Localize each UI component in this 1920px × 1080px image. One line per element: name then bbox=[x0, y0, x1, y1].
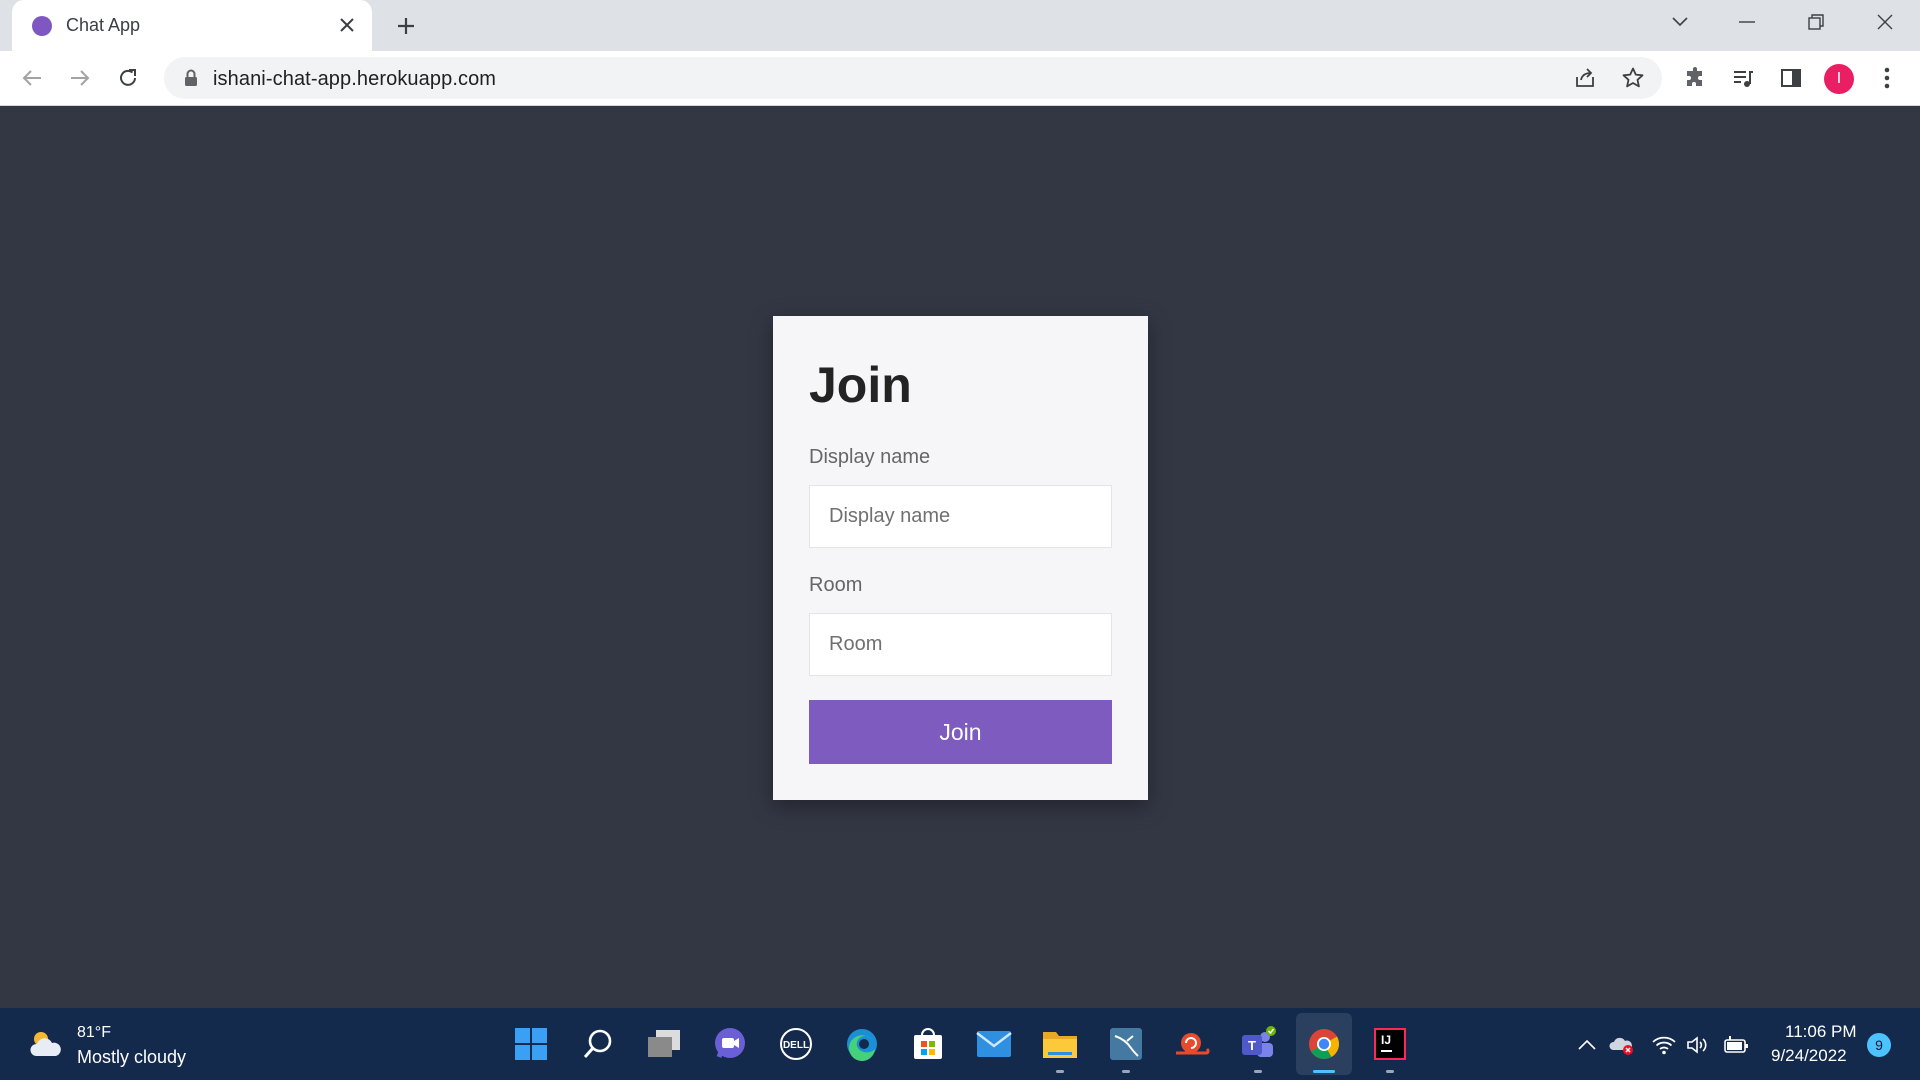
task-view-icon[interactable] bbox=[644, 1024, 684, 1064]
svg-text:T: T bbox=[1248, 1038, 1256, 1053]
notification-badge[interactable]: 9 bbox=[1867, 1033, 1891, 1057]
side-panel-icon[interactable] bbox=[1777, 64, 1805, 92]
clock-time[interactable]: 11:06 PM bbox=[1785, 1022, 1857, 1042]
svg-text:DELL: DELL bbox=[783, 1040, 809, 1051]
weather-icon[interactable] bbox=[28, 1028, 64, 1067]
mysql-icon[interactable] bbox=[1106, 1024, 1146, 1064]
volume-icon[interactable] bbox=[1685, 1032, 1711, 1058]
search-icon[interactable] bbox=[578, 1024, 618, 1064]
room-input[interactable] bbox=[809, 613, 1112, 676]
file-explorer-icon[interactable] bbox=[1040, 1024, 1080, 1064]
chrome-icon[interactable] bbox=[1304, 1024, 1344, 1064]
favicon-icon bbox=[32, 16, 52, 36]
back-icon[interactable] bbox=[14, 60, 50, 96]
dell-icon[interactable]: DELL bbox=[776, 1024, 816, 1064]
room-label: Room bbox=[809, 574, 863, 596]
close-icon[interactable] bbox=[334, 12, 360, 38]
browser-tab[interactable]: Chat App bbox=[12, 0, 372, 51]
onedrive-icon[interactable] bbox=[1609, 1032, 1635, 1058]
forward-icon[interactable] bbox=[62, 60, 98, 96]
browser-toolbar: ishani-chat-app.herokuapp.com I bbox=[0, 51, 1920, 106]
svg-text:IJ: IJ bbox=[1381, 1033, 1391, 1047]
lock-icon[interactable] bbox=[184, 69, 198, 92]
battery-icon[interactable] bbox=[1724, 1032, 1750, 1058]
start-icon[interactable] bbox=[511, 1024, 551, 1064]
join-button[interactable]: Join bbox=[809, 700, 1112, 764]
tab-strip: Chat App bbox=[0, 0, 1920, 51]
running-indicator bbox=[1122, 1070, 1130, 1073]
teams-icon[interactable]: T bbox=[1238, 1024, 1278, 1064]
clock-date[interactable]: 9/24/2022 bbox=[1771, 1046, 1847, 1066]
chevron-up-icon[interactable] bbox=[1574, 1032, 1600, 1058]
minimize-icon[interactable] bbox=[1717, 0, 1777, 44]
store-icon[interactable] bbox=[908, 1024, 948, 1064]
share-icon[interactable] bbox=[1571, 64, 1599, 92]
media-icon[interactable] bbox=[1729, 64, 1757, 92]
menu-icon[interactable] bbox=[1873, 64, 1901, 92]
active-indicator bbox=[1313, 1070, 1335, 1073]
running-indicator bbox=[1386, 1070, 1394, 1073]
display-name-input[interactable] bbox=[809, 485, 1112, 548]
intellij-icon[interactable]: IJ bbox=[1370, 1024, 1410, 1064]
tab-title: Chat App bbox=[66, 15, 141, 35]
chat-icon[interactable] bbox=[710, 1024, 750, 1064]
star-icon[interactable] bbox=[1619, 64, 1647, 92]
display-name-label: Display name bbox=[809, 446, 931, 468]
restore-icon[interactable] bbox=[1786, 0, 1846, 44]
new-tab-icon[interactable] bbox=[390, 10, 422, 42]
edge-icon[interactable] bbox=[842, 1024, 882, 1064]
snail-app-icon[interactable] bbox=[1172, 1024, 1212, 1064]
tab-search-icon[interactable] bbox=[1650, 0, 1710, 44]
reload-icon[interactable] bbox=[110, 60, 146, 96]
extensions-icon[interactable] bbox=[1681, 64, 1709, 92]
url-text[interactable]: ishani-chat-app.herokuapp.com bbox=[213, 68, 496, 91]
window-close-icon[interactable] bbox=[1855, 0, 1915, 44]
running-indicator bbox=[1056, 1070, 1064, 1073]
running-indicator bbox=[1254, 1070, 1262, 1073]
weather-description[interactable]: Mostly cloudy bbox=[77, 1047, 186, 1068]
wifi-icon[interactable] bbox=[1651, 1032, 1677, 1058]
weather-temperature[interactable]: 81°F bbox=[77, 1024, 111, 1042]
mail-icon[interactable] bbox=[974, 1024, 1014, 1064]
join-card: Join Display name Room Join bbox=[773, 316, 1148, 800]
address-bar[interactable]: ishani-chat-app.herokuapp.com bbox=[164, 57, 1662, 99]
profile-avatar[interactable]: I bbox=[1824, 64, 1854, 94]
join-title: Join bbox=[809, 357, 912, 413]
taskbar: 81°F Mostly cloudy DELL T IJ 11:06 PM 9/… bbox=[0, 1008, 1920, 1080]
